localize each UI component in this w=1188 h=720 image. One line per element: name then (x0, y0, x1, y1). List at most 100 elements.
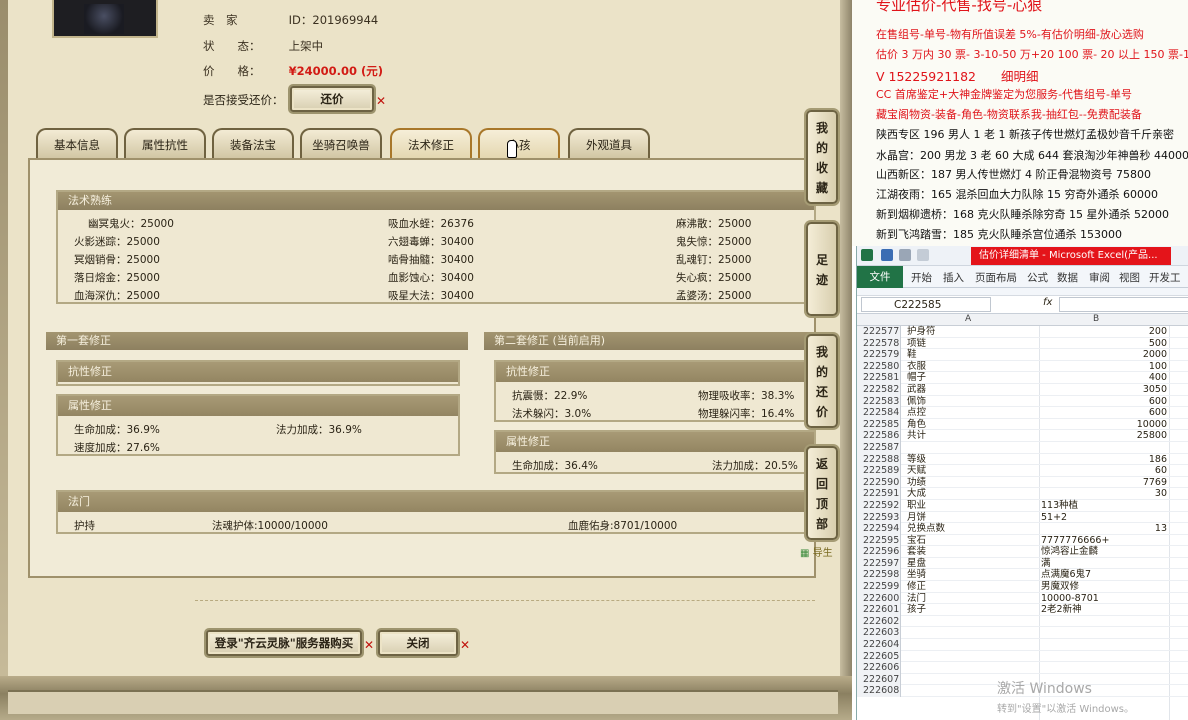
table-row[interactable]: 222598 坐骑 点满魔6鬼7 (857, 569, 1188, 582)
column-header-b[interactable]: B (1093, 314, 1099, 324)
cell-b[interactable]: 60 (1041, 465, 1167, 477)
table-row[interactable]: 222601 孩子 2老2新神 (857, 604, 1188, 616)
table-row[interactable]: 222588 等级 186 (857, 453, 1188, 466)
table-row[interactable]: 222578 项链 500 (857, 337, 1188, 350)
cell-a[interactable]: 武器 (907, 384, 926, 396)
tab-appearance[interactable]: 外观道具 (568, 128, 650, 160)
cell-b[interactable]: 13 (1041, 523, 1167, 535)
ribbon-tab[interactable]: 审阅 (1089, 270, 1110, 285)
cell-b[interactable]: 10000 (1041, 419, 1167, 431)
cell-a[interactable]: 星盘 (907, 558, 926, 570)
table-row[interactable]: 222582 武器 3050 (857, 383, 1188, 396)
table-row[interactable]: 222605 (857, 650, 1188, 663)
row-number[interactable]: 222583 (857, 395, 901, 408)
table-row[interactable]: 222584 点控 600 (857, 407, 1188, 419)
ribbon-tab[interactable]: 插入 (943, 270, 964, 285)
row-number[interactable]: 222586 (857, 430, 901, 442)
cell-b[interactable]: 600 (1041, 396, 1167, 408)
cell-b[interactable]: 10000-8701 (1041, 593, 1167, 605)
cell-a[interactable]: 月饼 (907, 512, 926, 524)
table-row[interactable]: 222606 (857, 662, 1188, 674)
column-header-a[interactable]: A (965, 314, 971, 324)
tab-children[interactable]: 小孩 (478, 128, 560, 160)
cell-b[interactable]: 113种植 (1041, 500, 1167, 512)
cell-a[interactable]: 衣服 (907, 361, 926, 373)
row-number[interactable]: 222592 (857, 499, 901, 512)
save-icon[interactable] (881, 249, 893, 261)
cell-b[interactable]: 7777776666+ (1041, 535, 1167, 547)
row-number[interactable]: 222587 (857, 441, 901, 454)
cell-a[interactable]: 坐骑 (907, 569, 926, 581)
row-number[interactable]: 222591 (857, 488, 901, 500)
table-row[interactable]: 222587 (857, 441, 1188, 454)
table-row[interactable]: 222602 (857, 615, 1188, 628)
ribbon-tab[interactable]: 视图 (1119, 270, 1140, 285)
fx-icon[interactable]: fx (1043, 297, 1052, 308)
cell-a[interactable]: 点控 (907, 407, 926, 419)
undo-icon[interactable] (899, 249, 911, 261)
table-row[interactable]: 222592 职业 113种植 (857, 499, 1188, 512)
excel-formula-input[interactable] (1059, 297, 1188, 312)
cell-b[interactable]: 51+2 (1041, 512, 1167, 524)
table-row[interactable]: 222603 (857, 627, 1188, 640)
tab-attributes[interactable]: 属性抗性 (124, 128, 206, 160)
row-number[interactable]: 222598 (857, 569, 901, 582)
row-number[interactable]: 222582 (857, 383, 901, 396)
row-number[interactable]: 222589 (857, 465, 901, 477)
table-row[interactable]: 222599 修正 男魔双修 (857, 581, 1188, 593)
cell-b[interactable]: 25800 (1041, 430, 1167, 442)
cell-b[interactable]: 30 (1041, 488, 1167, 500)
row-number[interactable]: 222599 (857, 581, 901, 593)
table-row[interactable]: 222596 套装 惊鸿容止金麟 (857, 546, 1188, 558)
cell-a[interactable]: 帽子 (907, 372, 926, 384)
cell-a[interactable]: 天赋 (907, 465, 926, 477)
cell-a[interactable]: 佩饰 (907, 396, 926, 408)
tab-equipment[interactable]: 装备法宝 (212, 128, 294, 160)
cell-b[interactable]: 3050 (1041, 384, 1167, 396)
table-row[interactable]: 222579 鞋 2000 (857, 349, 1188, 361)
table-row[interactable]: 222585 角色 10000 (857, 418, 1188, 431)
footprint-button[interactable]: 足迹 (806, 222, 838, 316)
ribbon-tab[interactable]: 公式 (1027, 270, 1048, 285)
counter-offer-button[interactable]: 还价 ✕ (290, 86, 386, 112)
table-row[interactable]: 222580 衣服 100 (857, 360, 1188, 373)
cell-a[interactable]: 等级 (907, 454, 926, 466)
table-row[interactable]: 222583 佩饰 600 (857, 395, 1188, 408)
cell-a[interactable]: 兑换点数 (907, 523, 945, 535)
ribbon-tab[interactable]: 开发工 (1149, 270, 1181, 285)
cell-b[interactable]: 满 (1041, 558, 1167, 570)
tab-mounts-pets[interactable]: 坐骑召唤兽 (300, 128, 382, 160)
ribbon-tab[interactable]: 开始 (911, 270, 932, 285)
back-to-top-button[interactable]: 返回顶部 (806, 446, 838, 540)
table-row[interactable]: 222591 大成 30 (857, 488, 1188, 500)
cell-a[interactable]: 功绩 (907, 477, 926, 489)
cell-a[interactable]: 宝石 (907, 535, 926, 547)
excel-grid[interactable]: 222577 护身符 200 222578 项链 500 222579 鞋 2000 222580… (857, 326, 1188, 697)
row-number[interactable]: 222607 (857, 673, 901, 686)
cell-a[interactable]: 共计 (907, 430, 926, 442)
row-number[interactable]: 222579 (857, 349, 901, 361)
row-number[interactable]: 222597 (857, 557, 901, 570)
row-number[interactable]: 222596 (857, 546, 901, 558)
cell-b[interactable]: 点满魔6鬼7 (1041, 569, 1167, 581)
row-number[interactable]: 222604 (857, 639, 901, 651)
ribbon-tab[interactable]: 数据 (1057, 270, 1078, 285)
redo-icon[interactable] (917, 249, 929, 261)
row-number[interactable]: 222608 (857, 685, 901, 697)
cell-b[interactable]: 2老2新神 (1041, 604, 1167, 616)
row-number[interactable]: 222601 (857, 604, 901, 616)
cell-a[interactable]: 角色 (907, 419, 926, 431)
row-number[interactable]: 222584 (857, 407, 901, 419)
table-row[interactable]: 222577 护身符 200 (857, 326, 1188, 338)
row-number[interactable]: 222594 (857, 523, 901, 535)
cell-a[interactable]: 鞋 (907, 349, 917, 361)
row-number[interactable]: 222606 (857, 662, 901, 674)
row-number[interactable]: 222593 (857, 511, 901, 524)
table-row[interactable]: 222586 共计 25800 (857, 430, 1188, 442)
close-button[interactable]: 关闭 ✕ (378, 630, 470, 656)
cell-a[interactable]: 大成 (907, 488, 926, 500)
row-number[interactable]: 222581 (857, 372, 901, 384)
table-row[interactable]: 222581 帽子 400 (857, 372, 1188, 384)
cell-a[interactable]: 职业 (907, 500, 926, 512)
row-number[interactable]: 222602 (857, 615, 901, 628)
